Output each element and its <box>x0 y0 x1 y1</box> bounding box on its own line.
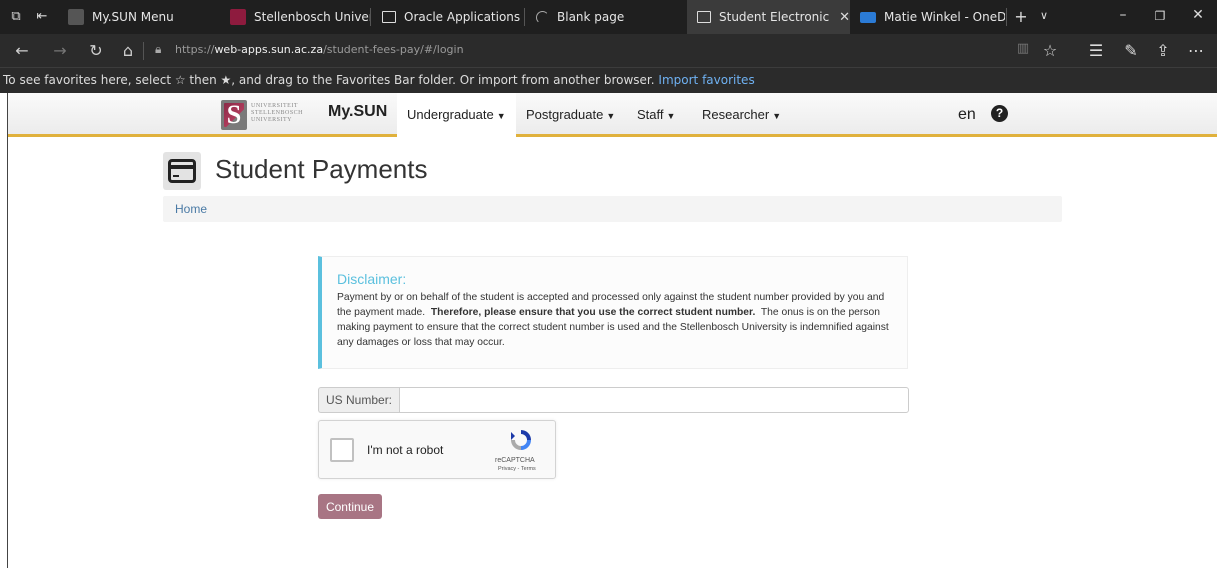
page-icon <box>382 11 396 23</box>
tab-separator <box>370 8 371 26</box>
help-icon[interactable]: ? <box>991 105 1008 122</box>
tab-separator <box>1006 8 1007 26</box>
tab-oracle-applications[interactable]: Oracle Applications <box>372 0 524 34</box>
minimize-icon[interactable]: – <box>1113 7 1133 23</box>
tab-student-electronic-payments[interactable]: Student Electronic Paym ✕ <box>687 0 850 34</box>
page-icon <box>697 11 711 23</box>
tab-matie-winkel-onedrive[interactable]: Matie Winkel - OneDrive <box>850 0 1005 34</box>
nav-label: Postgraduate <box>526 107 604 122</box>
close-tab-icon[interactable]: ✕ <box>839 10 850 25</box>
page-left-border <box>7 93 8 568</box>
recaptcha-brand: reCAPTCHA <box>495 457 535 464</box>
more-options-icon[interactable]: ⋯ <box>1186 41 1206 60</box>
import-favorites-link[interactable]: Import favorites <box>658 73 754 87</box>
refresh-icon[interactable]: ↻ <box>86 41 106 61</box>
url-path: /student-fees-pay/#/login <box>323 43 464 56</box>
page-title: Student Payments <box>215 154 428 184</box>
nav-postgraduate[interactable]: Postgraduate ▼ <box>516 93 625 137</box>
tab-stellenbosch-university[interactable]: Stellenbosch University - Se <box>220 0 370 34</box>
forward-arrow-icon[interactable]: → <box>50 41 70 61</box>
pen-notes-icon[interactable]: ✎ <box>1121 41 1141 60</box>
tab-mysun-menu[interactable]: My.SUN Menu <box>58 0 220 34</box>
favorites-bar: To see favorites here, select ☆ then ★, … <box>0 67 1217 93</box>
tab-title: Oracle Applications <box>404 10 521 24</box>
logo-text: UNIVERSITEIT STELLENBOSCH UNIVERSITY <box>251 103 304 123</box>
stellenbosch-logo[interactable]: S UNIVERSITEIT STELLENBOSCH UNIVERSITY <box>221 99 317 131</box>
tab-title: Student Electronic Paym <box>719 10 833 24</box>
su-favicon <box>230 9 246 25</box>
site-navbar: S UNIVERSITEIT STELLENBOSCH UNIVERSITY M… <box>8 93 1217 137</box>
restore-window-icon[interactable]: ❐ <box>1150 9 1170 23</box>
disclaimer-body: Payment by or on behalf of the student i… <box>337 290 895 350</box>
url-host: web-apps.sun.ac.za <box>214 43 324 56</box>
browser-address-bar: ← → ↻ ⌂ 🔒︎ https://web-apps.sun.ac.za/st… <box>0 34 1217 67</box>
continue-button[interactable]: Continue <box>318 494 382 519</box>
logo-mark: S <box>221 100 247 130</box>
mysun-favicon <box>68 9 84 25</box>
nav-label: Researcher <box>702 107 770 122</box>
breadcrumb: Home <box>163 196 1062 222</box>
url-prefix: https:// <box>175 43 215 56</box>
address-separator <box>143 42 144 60</box>
tab-separator <box>524 8 525 26</box>
lock-icon[interactable]: 🔒︎ <box>155 42 161 57</box>
breadcrumb-home-link[interactable]: Home <box>175 202 207 216</box>
nav-label: Staff <box>637 107 664 122</box>
caret-down-icon: ▼ <box>666 111 676 121</box>
reading-view-icon[interactable]: ▥ <box>1013 41 1033 56</box>
tab-title: My.SUN Menu <box>92 10 174 24</box>
nav-staff[interactable]: Staff ▼ <box>627 93 685 137</box>
us-number-label: US Number: <box>318 387 399 413</box>
tab-title: Stellenbosch University - Se <box>254 10 370 24</box>
disclaimer-title: Disclaimer: <box>337 271 407 287</box>
set-aside-tabs-icon[interactable]: ⧉ <box>8 9 24 25</box>
close-window-icon[interactable]: ✕ <box>1188 7 1208 23</box>
disclaimer-panel: Disclaimer: Payment by or on behalf of t… <box>318 256 908 369</box>
disclaimer-text-bold: Therefore, please ensure that you use th… <box>430 307 756 318</box>
us-number-group: US Number: <box>318 387 909 413</box>
tab-title: Matie Winkel - OneDrive <box>884 10 1005 24</box>
browser-tab-bar: ⧉ ⇤ My.SUN Menu Stellenbosch University … <box>0 0 1217 34</box>
back-arrow-icon[interactable]: ← <box>12 41 32 61</box>
recaptcha-widget: I'm not a robot reCAPTCHA Privacy - Term… <box>318 420 556 479</box>
nav-researcher[interactable]: Researcher ▼ <box>692 93 791 137</box>
caret-down-icon: ▼ <box>606 111 616 121</box>
nav-label: Undergraduate <box>407 107 494 122</box>
caret-down-icon: ▼ <box>496 111 506 121</box>
new-tab-icon[interactable]: + <box>1011 7 1031 26</box>
favorites-prompt: To see favorites here, select ☆ then ★, … <box>3 73 655 87</box>
recaptcha-privacy-terms[interactable]: Privacy - Terms <box>498 466 536 472</box>
share-icon[interactable]: ⇪ <box>1153 41 1173 60</box>
home-icon[interactable]: ⌂ <box>118 41 138 61</box>
favorite-star-icon[interactable]: ☆ <box>1040 41 1060 60</box>
tab-blank-page[interactable]: Blank page <box>526 0 686 34</box>
onedrive-favicon <box>860 11 876 23</box>
brand-link[interactable]: My.SUN <box>328 103 387 121</box>
caret-down-icon: ▼ <box>772 111 782 121</box>
tab-preview-chevron-icon[interactable]: ∨ <box>1034 9 1054 22</box>
us-number-input[interactable] <box>399 387 909 413</box>
favorites-hub-icon[interactable]: ☰ <box>1086 41 1106 60</box>
recaptcha-label: I'm not a robot <box>367 443 444 457</box>
loading-icon <box>536 10 549 24</box>
tab-title: Blank page <box>557 10 625 24</box>
nav-undergraduate[interactable]: Undergraduate ▼ <box>397 93 516 137</box>
recaptcha-checkbox[interactable] <box>330 438 354 462</box>
credit-card-icon <box>163 152 201 190</box>
language-selector[interactable]: en <box>958 106 976 124</box>
restore-tabs-icon[interactable]: ⇤ <box>34 9 50 25</box>
recaptcha-logo-icon <box>511 430 531 450</box>
url-field[interactable]: https://web-apps.sun.ac.za/student-fees-… <box>175 43 464 56</box>
